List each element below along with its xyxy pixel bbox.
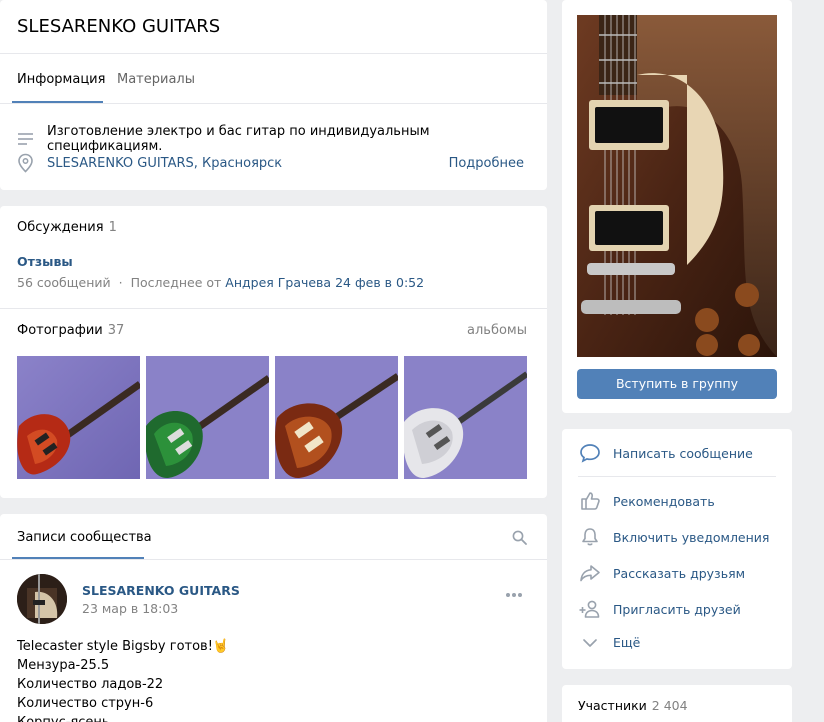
invite-friends-label: Пригласить друзей: [613, 601, 741, 617]
post-date[interactable]: 23 мар в 18:03: [82, 601, 178, 616]
discussions-header[interactable]: Обсуждения 1: [17, 220, 117, 235]
post-line: Мензура-25.5: [17, 658, 110, 673]
write-message-action[interactable]: Написать сообщение: [578, 443, 753, 463]
more-info-link[interactable]: Подробнее: [449, 156, 524, 171]
page-title: SLESARENKO GUITARS: [17, 16, 221, 37]
write-message-label: Написать сообщение: [613, 445, 753, 461]
divider: [578, 476, 776, 477]
group-cover-photo[interactable]: [577, 15, 777, 357]
photos-title: Фотографии: [17, 323, 103, 338]
post-line: Telecaster style Bigsby готов!🤘: [17, 639, 230, 654]
text-lines-icon: [17, 132, 34, 146]
members-card: Участники 2 404: [562, 685, 792, 722]
join-group-button[interactable]: Вступить в группу: [577, 369, 777, 399]
albums-link[interactable]: альбомы: [467, 323, 527, 338]
location-row: SLESARENKO GUITARS, Красноярск: [17, 153, 282, 173]
members-title: Участники: [578, 698, 647, 713]
photos-count: 37: [107, 323, 125, 338]
divider: [0, 559, 547, 560]
topic-last-prefix: Последнее от: [130, 275, 222, 290]
like-icon: [578, 491, 602, 511]
group-description: Изготовление электро и бас гитар по инди…: [47, 124, 430, 154]
photo-strip: [17, 356, 527, 479]
search-icon[interactable]: [512, 530, 527, 545]
tab-info[interactable]: Информация: [17, 72, 105, 87]
more-options-icon[interactable]: [505, 592, 523, 598]
discussions-photos-card: Обсуждения 1 Отзывы 56 сообщений · Послед…: [0, 206, 547, 498]
avatar[interactable]: [17, 574, 67, 624]
discussions-title: Обсуждения: [17, 220, 104, 235]
more-actions-dropdown[interactable]: Ещё: [578, 635, 640, 650]
share-label: Рассказать друзьям: [613, 565, 746, 581]
share-icon: [578, 563, 602, 583]
group-info-card: SLESARENKO GUITARS Информация Материалы …: [0, 0, 547, 190]
divider: [0, 308, 547, 309]
invite-friends-action[interactable]: Пригласить друзей: [578, 599, 741, 619]
location-link[interactable]: SLESARENKO GUITARS, Красноярск: [47, 156, 282, 171]
post-author-link[interactable]: SLESARENKO GUITARS: [82, 583, 240, 598]
share-action[interactable]: Рассказать друзьям: [578, 563, 745, 583]
description-row: Изготовление электро и бас гитар по инди…: [17, 124, 547, 154]
red-headless-guitar-photo[interactable]: [17, 356, 140, 479]
recommend-action[interactable]: Рекомендовать: [578, 491, 715, 511]
wall-card: Записи сообщества SLESARENKO GUITARS 23 …: [0, 514, 547, 722]
post-line: Количество ладов-22: [17, 677, 164, 692]
meta-separator: ·: [118, 275, 123, 290]
chevron-down-icon: [578, 638, 602, 648]
group-cover-card: Вступить в группу: [562, 0, 792, 413]
post-line: Количество струн-6: [17, 696, 154, 711]
topic-title-link[interactable]: Отзывы: [17, 254, 73, 269]
topic-last-author[interactable]: Андрея Грачева: [225, 275, 331, 290]
discussions-count: 1: [108, 220, 117, 235]
divider: [0, 103, 547, 104]
white-guitar-photo[interactable]: [404, 356, 527, 479]
bell-icon: [578, 527, 602, 547]
enable-notifications-action[interactable]: Включить уведомления: [578, 527, 769, 547]
add-user-icon: [578, 599, 602, 619]
divider: [0, 53, 547, 54]
recommend-label: Рекомендовать: [613, 493, 715, 509]
members-count: 2 404: [651, 698, 688, 713]
enable-notifications-label: Включить уведомления: [613, 529, 770, 545]
tab-community-posts[interactable]: Записи сообщества: [17, 530, 152, 545]
topic-last-date[interactable]: 24 фев в 0:52: [335, 275, 424, 290]
members-header[interactable]: Участники 2 404: [578, 698, 688, 713]
post-line: Корпус-ясень: [17, 713, 229, 722]
group-actions-card: Написать сообщение Рекомендовать Включит…: [562, 429, 792, 669]
photos-header[interactable]: Фотографии 37: [17, 323, 124, 338]
sunburst-guitar-photo[interactable]: [275, 356, 398, 479]
tab-materials[interactable]: Материалы: [117, 72, 195, 87]
location-pin-icon: [17, 153, 34, 173]
topic-message-count: 56 сообщений: [17, 275, 111, 290]
green-lespaul-photo[interactable]: [146, 356, 269, 479]
topic-meta: 56 сообщений · Последнее от Андрея Граче…: [17, 275, 424, 290]
post-text: Telecaster style Bigsby готов!🤘 Мензура-…: [17, 637, 229, 722]
more-actions-label: Ещё: [613, 635, 641, 650]
message-icon: [578, 443, 602, 463]
